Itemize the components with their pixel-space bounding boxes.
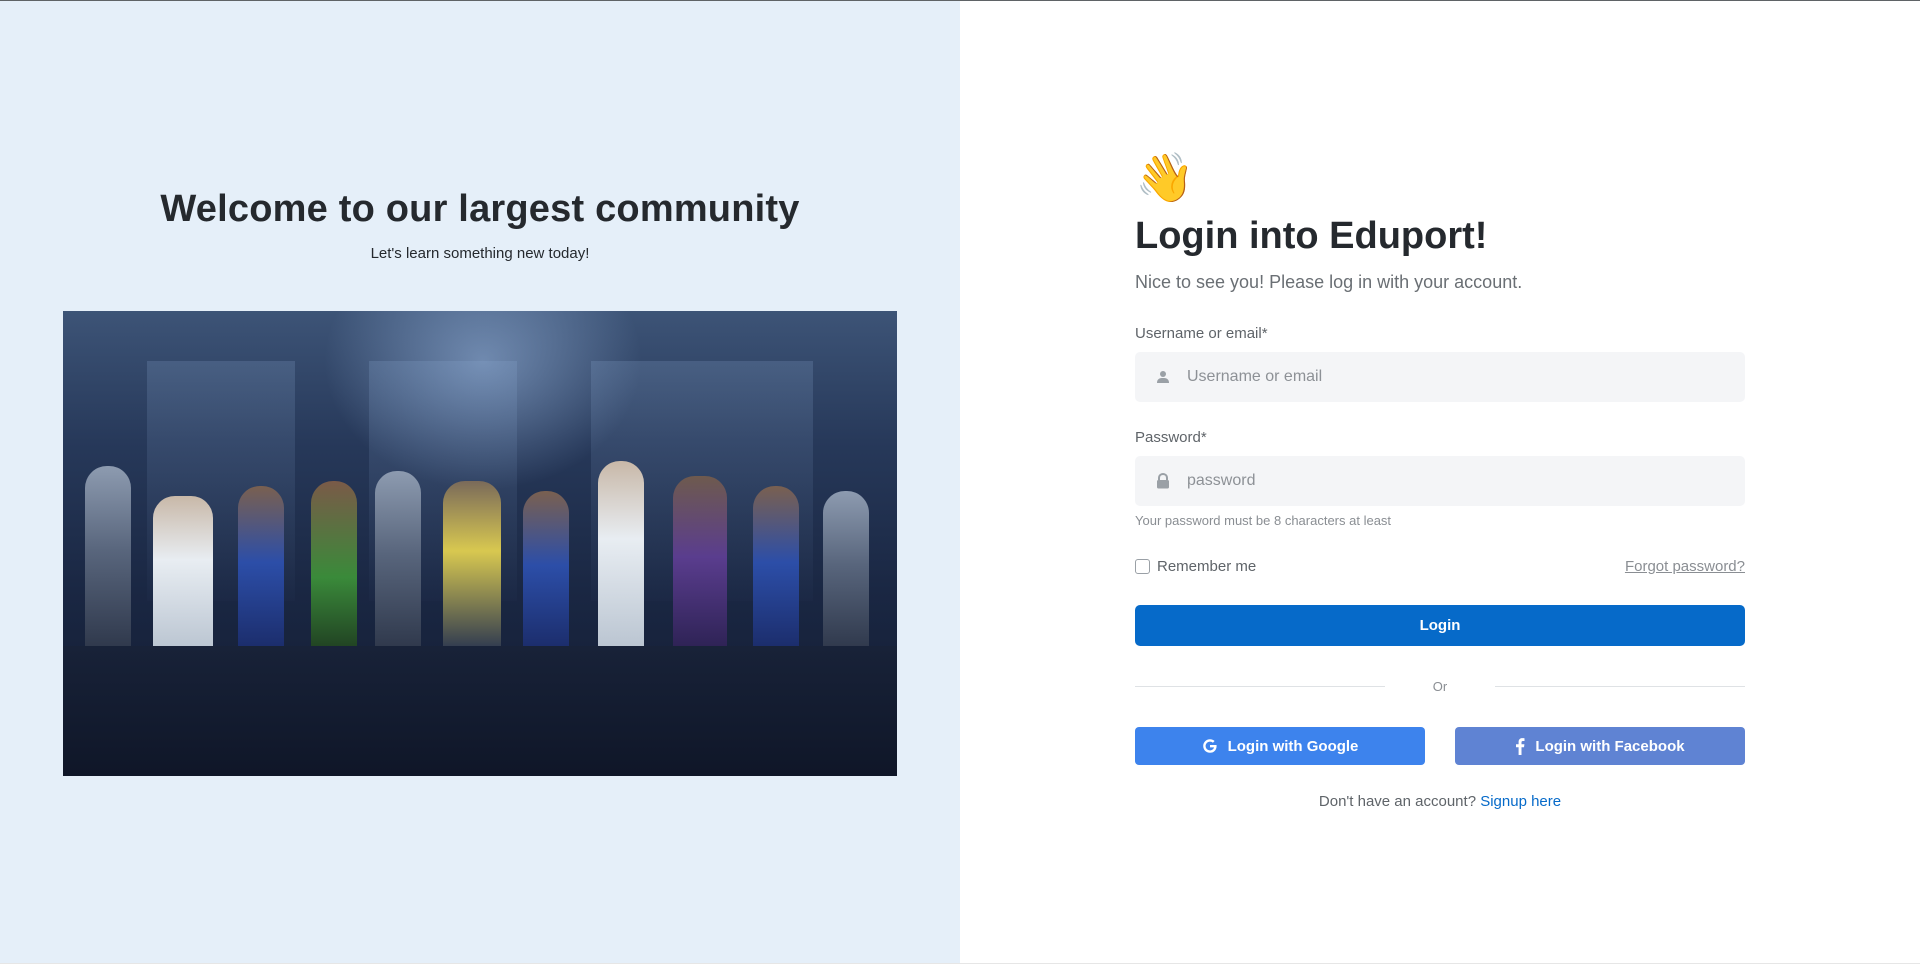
athletes-hero-image <box>63 311 897 776</box>
remember-label: Remember me <box>1157 558 1257 575</box>
athlete-figure <box>85 466 131 656</box>
athlete-figure <box>598 461 644 656</box>
google-icon <box>1202 738 1218 754</box>
login-form: 👋 Login into Eduport! Nice to see you! P… <box>1135 151 1745 810</box>
login-lead: Nice to see you! Please log in with your… <box>1135 272 1523 292</box>
username-field[interactable] <box>1135 352 1745 402</box>
person-icon <box>1153 367 1173 387</box>
facebook-icon <box>1515 737 1525 755</box>
athlete-figure <box>153 496 213 656</box>
social-login-row: Login with Google Login with Facebook <box>1135 727 1745 765</box>
username-input[interactable] <box>1187 368 1707 386</box>
athlete-figure <box>753 486 799 656</box>
athlete-figure <box>823 491 869 656</box>
login-title: Login into Eduport! <box>1135 215 1488 257</box>
login-button[interactable]: Login <box>1135 605 1745 646</box>
google-login-label: Login with Google <box>1227 737 1359 755</box>
password-label: Password* <box>1135 429 1207 446</box>
remember-me[interactable]: Remember me <box>1135 558 1256 575</box>
welcome-panel: Welcome to our largest community Let's l… <box>0 1 960 964</box>
lock-icon <box>1153 471 1173 491</box>
divider-label: Or <box>1432 679 1448 694</box>
signup-link[interactable]: Signup here <box>1480 793 1561 810</box>
athlete-figure <box>523 491 569 656</box>
welcome-subtitle: Let's learn something new today! <box>370 245 590 262</box>
password-field[interactable] <box>1135 456 1745 506</box>
waving-hand-icon: 👋 <box>1135 152 1195 205</box>
forgot-password-link[interactable]: Forgot password? <box>1625 558 1745 575</box>
athlete-figure <box>443 481 501 656</box>
signup-prompt: Don't have an account? <box>1318 793 1481 810</box>
password-input[interactable] <box>1187 472 1707 490</box>
athlete-figure <box>238 486 284 656</box>
username-label: Username or email* <box>1135 325 1268 342</box>
athlete-figure <box>311 481 357 656</box>
hero-floor <box>63 646 897 776</box>
password-hint: Your password must be 8 characters at le… <box>1135 513 1392 528</box>
facebook-login-button[interactable]: Login with Facebook <box>1455 727 1745 765</box>
remember-row: Remember me Forgot password? <box>1135 558 1745 575</box>
athlete-figure <box>673 476 727 656</box>
remember-checkbox[interactable] <box>1135 559 1150 574</box>
login-panel: 👋 Login into Eduport! Nice to see you! P… <box>960 1 1920 964</box>
or-divider: Or <box>1135 679 1745 694</box>
signup-row: Don't have an account? Signup here <box>1135 793 1745 810</box>
divider-line <box>1135 686 1385 687</box>
facebook-login-label: Login with Facebook <box>1535 737 1685 755</box>
welcome-title: Welcome to our largest community <box>160 188 800 230</box>
google-login-button[interactable]: Login with Google <box>1135 727 1425 765</box>
athlete-figure <box>375 471 421 656</box>
divider-line <box>1494 686 1745 687</box>
